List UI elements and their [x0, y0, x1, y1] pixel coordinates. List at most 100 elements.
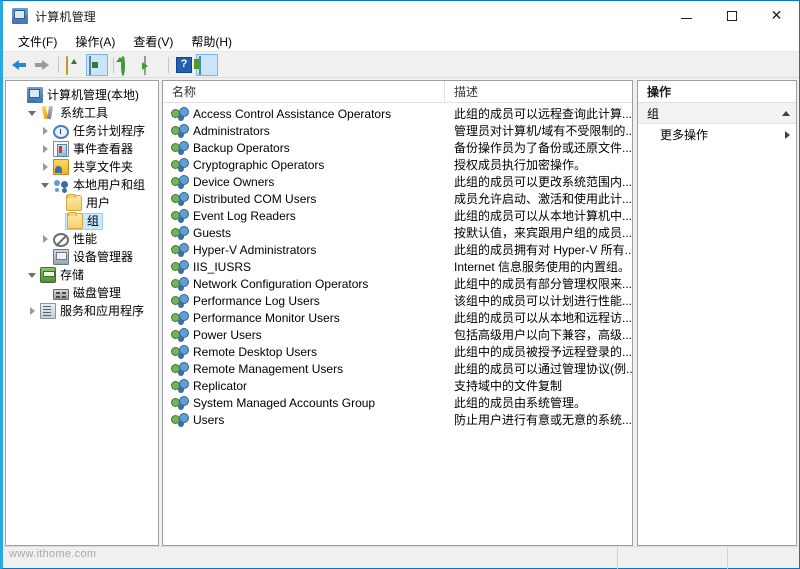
tree-item-存储[interactable]: 存储 [6, 266, 158, 284]
window-title: 计算机管理 [35, 9, 97, 24]
table-row[interactable]: Replicator 支持域中的文件复制 [163, 377, 632, 394]
minimize-button[interactable] [664, 1, 709, 31]
table-row[interactable]: Distributed COM Users 成员允许启动、激活和使用此计... [163, 190, 632, 207]
status-segment-2 [617, 546, 727, 569]
tree-item-content: 服务和应用程序 [39, 303, 147, 320]
chevron-down-icon[interactable] [25, 267, 39, 283]
minimize-icon [681, 18, 692, 19]
back-button[interactable] [8, 54, 30, 76]
group-name-label: Remote Management Users [193, 361, 344, 376]
group-icon [172, 140, 188, 156]
table-row[interactable]: Hyper-V Administrators 此组的成员拥有对 Hyper-V 所… [163, 241, 632, 258]
maximize-button[interactable] [709, 1, 754, 31]
menu-action[interactable]: 操作(A) [66, 31, 124, 52]
help-button[interactable]: ? [173, 54, 195, 76]
group-name-label: Event Log Readers [193, 208, 296, 223]
action-more-actions[interactable]: 更多操作 [638, 124, 796, 145]
chevron-right-icon[interactable] [38, 123, 52, 139]
chevron-down-icon[interactable] [25, 105, 39, 121]
tree-item-label: 系统工具 [60, 106, 109, 120]
table-row[interactable]: Backup Operators 备份操作员为了备份或还原文件... [163, 139, 632, 156]
column-header-description[interactable]: 描述 [445, 83, 632, 100]
table-row[interactable]: System Managed Accounts Group 此组的成员由系统管理。 [163, 394, 632, 411]
tree-item-磁盘管理[interactable]: 磁盘管理 [6, 284, 158, 302]
table-row[interactable]: Power Users 包括高级用户以向下兼容，高级... [163, 326, 632, 343]
cell-group-description: 成员允许启动、激活和使用此计... [454, 192, 632, 206]
cell-group-description: 防止用户进行有意或无意的系统... [454, 413, 632, 427]
actions-group-header[interactable]: 组 [638, 103, 796, 124]
table-row[interactable]: Device Owners 此组的成员可以更改系统范围内... [163, 173, 632, 190]
tree-item-content: 事件查看器 [52, 141, 136, 158]
event-log-icon [53, 141, 69, 157]
chevron-right-icon[interactable] [25, 303, 39, 319]
table-row[interactable]: Event Log Readers 此组的成员可以从本地计算机中... [163, 207, 632, 224]
cell-group-name: Power Users [163, 327, 445, 343]
table-row[interactable]: Performance Log Users 该组中的成员可以计划进行性能... [163, 292, 632, 309]
show-hide-action-pane-button[interactable] [196, 53, 218, 76]
tree-item-系统工具[interactable]: 系统工具 [6, 104, 158, 122]
list-column-headers: 名称 描述 [163, 81, 632, 103]
cell-group-description: 此组的成员可以通过管理协议(例... [454, 362, 632, 376]
tree-item-label: 任务计划程序 [73, 124, 146, 138]
table-row[interactable]: Network Configuration Operators 此组中的成员有部分… [163, 275, 632, 292]
table-row[interactable]: Performance Monitor Users 此组的成员可以从本地和远程访.… [163, 309, 632, 326]
menu-help[interactable]: 帮助(H) [182, 31, 241, 52]
shared-folder-icon [53, 159, 69, 175]
column-header-name[interactable]: 名称 [163, 81, 445, 103]
group-name-label: Remote Desktop Users [193, 344, 318, 359]
group-name-label: Hyper-V Administrators [193, 242, 317, 257]
close-button[interactable]: ✕ [754, 1, 799, 31]
group-icon [172, 242, 188, 258]
up-one-level-button[interactable] [63, 54, 85, 76]
group-icon [172, 412, 188, 428]
watermark: www.ithome.com [9, 548, 97, 560]
menu-view[interactable]: 查看(V) [124, 31, 182, 52]
tree-item-设备管理器[interactable]: 设备管理器 [6, 248, 158, 266]
tree-item-性能[interactable]: 性能 [6, 230, 158, 248]
group-icon [172, 344, 188, 360]
chevron-down-icon[interactable] [38, 177, 52, 193]
tree-item-任务计划程序[interactable]: 任务计划程序 [6, 122, 158, 140]
tree-item-服务和应用程序[interactable]: 服务和应用程序 [6, 302, 158, 320]
caption-button-group: ✕ [664, 1, 799, 31]
group-name-label: Administrators [193, 123, 270, 138]
performance-icon [53, 232, 69, 247]
cell-group-name: Hyper-V Administrators [163, 242, 445, 258]
table-row[interactable]: Access Control Assistance Operators 此组的成员… [163, 105, 632, 122]
table-row[interactable]: Remote Desktop Users 此组中的成员被授予远程登录的... [163, 343, 632, 360]
properties-button[interactable] [86, 53, 108, 76]
tree-item-content: 计算机管理(本地) [26, 87, 142, 104]
console-tree-pane: 计算机管理(本地) 系统工具任务计划程序事件查看器 共享文件夹 本地用户和组 用户组性能… [5, 80, 159, 546]
export-list-button[interactable] [141, 54, 163, 76]
tree-item-共享文件夹[interactable]: 共享文件夹 [6, 158, 158, 176]
cell-group-description: Internet 信息服务使用的内置组。 [454, 260, 631, 274]
tree-item-组[interactable]: 组 [6, 212, 158, 230]
tree-item-用户[interactable]: 用户 [6, 194, 158, 212]
group-icon [172, 191, 188, 207]
table-row[interactable]: Guests 按默认值，来宾跟用户组的成员... [163, 224, 632, 241]
actions-item-list: 更多操作 [638, 124, 796, 145]
chevron-right-icon[interactable] [38, 141, 52, 157]
tree-item-事件查看器[interactable]: 事件查看器 [6, 140, 158, 158]
folder-icon [66, 194, 82, 211]
tree-item-本地用户和组[interactable]: 本地用户和组 [6, 176, 158, 194]
table-row[interactable]: IIS_IUSRS Internet 信息服务使用的内置组。 [163, 258, 632, 275]
group-name-label: Cryptographic Operators [193, 157, 325, 172]
table-row[interactable]: Remote Management Users 此组的成员可以通过管理协议(例..… [163, 360, 632, 377]
group-name-label: Network Configuration Operators [193, 276, 369, 291]
tree-item-计算机管理(本地)[interactable]: 计算机管理(本地) [6, 86, 158, 104]
forward-button[interactable] [31, 54, 53, 76]
table-row[interactable]: Administrators 管理员对计算机/域有不受限制的... [163, 122, 632, 139]
group-icon [172, 208, 188, 224]
chevron-right-icon[interactable] [38, 231, 52, 247]
table-row[interactable]: Cryptographic Operators 授权成员执行加密操作。 [163, 156, 632, 173]
chevron-right-icon[interactable] [38, 159, 52, 175]
menu-file[interactable]: 文件(F) [9, 31, 66, 52]
folder-up-icon [66, 55, 82, 75]
folder-icon [67, 212, 83, 229]
table-row[interactable]: Users 防止用户进行有意或无意的系统... [163, 411, 632, 428]
refresh-button[interactable] [118, 54, 140, 76]
